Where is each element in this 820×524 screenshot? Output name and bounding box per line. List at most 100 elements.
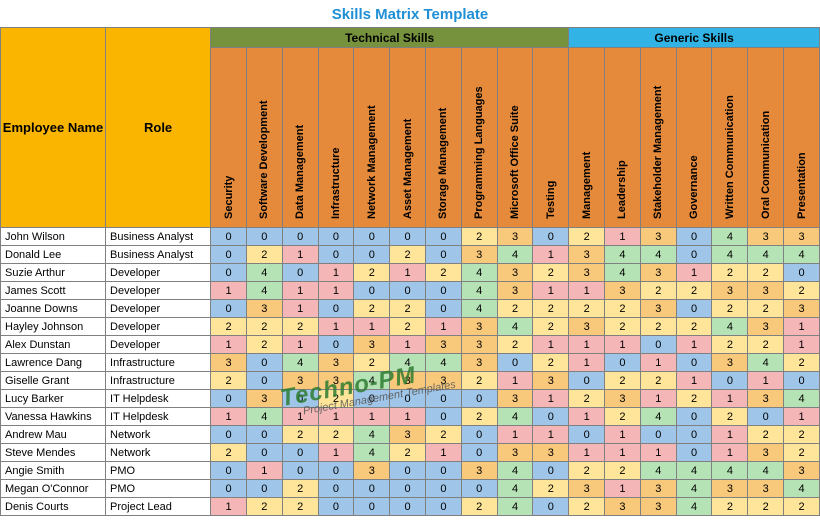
skill-value: 0: [533, 462, 569, 480]
skill-value: 0: [676, 300, 712, 318]
skill-value: 4: [246, 282, 282, 300]
skill-value: 2: [748, 336, 784, 354]
skill-value: 0: [676, 246, 712, 264]
skill-value: 3: [533, 372, 569, 390]
table-row: Suzie ArthurDeveloper04012124323431220: [1, 264, 820, 282]
skill-value: 3: [390, 372, 426, 390]
skill-value: 3: [640, 228, 676, 246]
skill-value: 3: [748, 318, 784, 336]
skill-value: 2: [282, 498, 318, 516]
employee-role: IT Helpdesk: [106, 408, 211, 426]
skill-value: 4: [354, 372, 390, 390]
skill-value: 3: [605, 282, 641, 300]
skill-header: Microsoft Office Suite: [497, 48, 533, 228]
skill-value: 0: [318, 462, 354, 480]
skill-label: Testing: [545, 181, 557, 219]
skill-value: 2: [246, 318, 282, 336]
skill-value: 1: [318, 318, 354, 336]
skill-value: 2: [461, 372, 497, 390]
skill-value: 4: [497, 462, 533, 480]
skill-value: 1: [784, 408, 820, 426]
skill-value: 4: [784, 246, 820, 264]
skill-value: 0: [282, 390, 318, 408]
skill-value: 3: [461, 462, 497, 480]
employee-name: Joanne Downs: [1, 300, 106, 318]
skill-value: 1: [282, 336, 318, 354]
table-row: James ScottDeveloper14110004311322332: [1, 282, 820, 300]
skill-value: 0: [784, 372, 820, 390]
skill-value: 1: [425, 444, 461, 462]
skill-value: 4: [605, 246, 641, 264]
skill-value: 0: [461, 390, 497, 408]
skill-value: 0: [425, 228, 461, 246]
skill-value: 3: [318, 372, 354, 390]
skill-value: 1: [533, 336, 569, 354]
skill-value: 2: [497, 300, 533, 318]
employee-name: Denis Courts: [1, 498, 106, 516]
skill-value: 3: [712, 480, 748, 498]
skill-value: 2: [282, 426, 318, 444]
skill-value: 0: [676, 228, 712, 246]
skill-value: 4: [712, 228, 748, 246]
skill-value: 2: [533, 354, 569, 372]
skill-value: 0: [246, 228, 282, 246]
skill-value: 4: [461, 282, 497, 300]
skill-value: 4: [784, 390, 820, 408]
skill-value: 0: [425, 462, 461, 480]
skill-value: 3: [569, 480, 605, 498]
skill-value: 3: [497, 264, 533, 282]
skill-value: 0: [569, 372, 605, 390]
skill-value: 0: [211, 228, 247, 246]
skill-value: 2: [318, 390, 354, 408]
skill-header: Testing: [533, 48, 569, 228]
skill-value: 2: [605, 300, 641, 318]
skill-value: 2: [318, 426, 354, 444]
employee-role: Developer: [106, 336, 211, 354]
skill-label: Management: [581, 152, 593, 219]
skill-value: 2: [211, 372, 247, 390]
skill-value: 1: [425, 318, 461, 336]
skill-value: 2: [246, 336, 282, 354]
skill-value: 2: [748, 498, 784, 516]
skill-value: 3: [497, 282, 533, 300]
skill-value: 2: [211, 318, 247, 336]
skill-value: 0: [784, 264, 820, 282]
skill-value: 2: [533, 264, 569, 282]
skill-value: 0: [425, 408, 461, 426]
skill-value: 3: [640, 300, 676, 318]
skill-value: 0: [211, 246, 247, 264]
skill-value: 1: [390, 264, 426, 282]
skill-label: Leadership: [616, 160, 628, 219]
skill-value: 1: [605, 336, 641, 354]
skill-value: 3: [569, 264, 605, 282]
skill-value: 3: [354, 462, 390, 480]
skill-value: 2: [569, 390, 605, 408]
skill-value: 4: [676, 480, 712, 498]
skill-value: 3: [640, 498, 676, 516]
skill-value: 2: [784, 444, 820, 462]
skill-value: 0: [390, 390, 426, 408]
skill-header: Management: [569, 48, 605, 228]
page-title: Skills Matrix Template: [0, 0, 820, 27]
skill-value: 2: [784, 354, 820, 372]
skill-value: 1: [712, 444, 748, 462]
skill-value: 1: [282, 282, 318, 300]
skill-value: 1: [712, 426, 748, 444]
skill-value: 0: [282, 444, 318, 462]
skill-header: Storage Management: [425, 48, 461, 228]
skill-value: 0: [354, 246, 390, 264]
skill-value: 0: [354, 480, 390, 498]
skill-value: 2: [246, 498, 282, 516]
skill-value: 2: [354, 264, 390, 282]
employee-name: Angie Smith: [1, 462, 106, 480]
skill-value: 0: [461, 444, 497, 462]
employee-role: Developer: [106, 264, 211, 282]
skill-value: 3: [390, 426, 426, 444]
skill-value: 4: [640, 408, 676, 426]
skill-value: 0: [318, 480, 354, 498]
skill-value: 4: [282, 354, 318, 372]
skill-label: Microsoft Office Suite: [509, 105, 521, 219]
skill-value: 2: [569, 228, 605, 246]
skill-header: Programming Languages: [461, 48, 497, 228]
skill-value: 1: [390, 336, 426, 354]
